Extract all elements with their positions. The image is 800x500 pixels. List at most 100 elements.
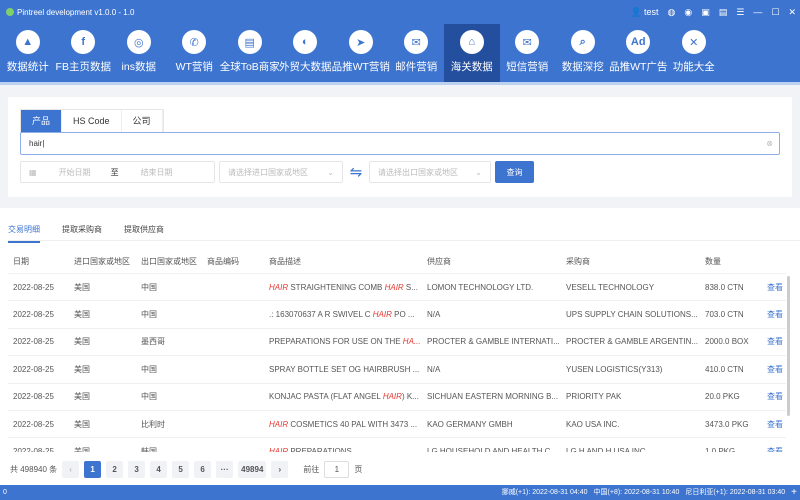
send-icon: ➤ bbox=[348, 30, 373, 54]
table-header: 日期 进口国家或地区 出口国家或地区 商品编码 商品描述 供应商 采购商 数量 bbox=[8, 250, 786, 274]
globe-icon[interactable]: ◍ bbox=[668, 7, 676, 18]
nav-item[interactable]: ⌂ 海关数据 bbox=[444, 24, 500, 82]
goto-page-input[interactable]: 1 bbox=[324, 461, 350, 478]
user-icon[interactable]: 👤 bbox=[631, 7, 642, 18]
cell-qty: 20.0 PKG bbox=[705, 392, 740, 402]
menu-icon[interactable]: ☰ bbox=[736, 7, 744, 18]
clear-icon[interactable]: ⊗ bbox=[766, 133, 773, 154]
username[interactable]: test bbox=[644, 7, 659, 17]
main-nav: ▲ 数据统计 f FB主页数据 ◎ ins数据 ✆ WT营销 ▤ 全球ToB商家 ◐ 外贸大数据 ➤ 品推… bbox=[0, 24, 800, 82]
page-button[interactable]: 1 bbox=[84, 461, 102, 478]
swap-icon[interactable]: ⇋ bbox=[347, 163, 365, 181]
cell-buyer: PROCTER & GAMBLE ARGENTIN... bbox=[566, 337, 699, 347]
nav-item[interactable]: ◎ ins数据 bbox=[111, 24, 167, 82]
nav-item[interactable]: ▲ 数据统计 bbox=[0, 24, 56, 82]
page-button[interactable]: 4 bbox=[150, 461, 168, 478]
close-icon[interactable]: ✕ bbox=[788, 7, 796, 18]
tab-product[interactable]: 产品 bbox=[21, 110, 63, 133]
search-chart-icon: ⌕ bbox=[570, 30, 595, 54]
import-country-select[interactable]: 请选择进口国家或地区 ⌄ bbox=[219, 161, 343, 183]
export-country-select[interactable]: 请选择出口国家或地区 ⌄ bbox=[369, 161, 491, 183]
view-link[interactable]: 查看 bbox=[762, 419, 786, 430]
description-text: PO ... bbox=[391, 310, 415, 320]
page-button[interactable]: 6 bbox=[194, 461, 212, 478]
column-header: 日期 bbox=[13, 257, 29, 266]
cell-supplier: KAO GERMANY GMBH bbox=[427, 419, 513, 429]
table-row: 2022-08-25 美国 比利时 HAIR COSMETICS 40 PAL WIT… bbox=[8, 411, 786, 439]
minimize-icon[interactable]: — bbox=[753, 7, 762, 17]
cell-date: 2022-08-25 bbox=[13, 392, 54, 402]
cell-date: 2022-08-25 bbox=[13, 419, 54, 429]
nav-item[interactable]: f FB主页数据 bbox=[56, 24, 112, 82]
document-icon[interactable]: ▤ bbox=[719, 7, 728, 18]
product-description: .: 163070637 A R SWIVEL C HAIR PO ... bbox=[264, 310, 422, 319]
keyword-highlight: HAIR bbox=[384, 282, 404, 292]
table-row: 2022-08-25 美国 韩国 HAIR PREPARATIONS LG HOUSEH… bbox=[8, 438, 786, 452]
keyword-highlight: HAIR bbox=[269, 419, 289, 429]
nav-item[interactable]: ✉ 短信营销 bbox=[500, 24, 556, 82]
view-link[interactable]: 查看 bbox=[762, 336, 786, 347]
globe-icon: ◐ bbox=[293, 30, 318, 54]
keyword-input[interactable]: hair| ⊗ bbox=[20, 132, 780, 155]
page-button[interactable]: ··· bbox=[216, 461, 234, 478]
nav-item[interactable]: ◐ 外贸大数据 bbox=[278, 24, 334, 82]
tab-hs-code[interactable]: HS Code bbox=[62, 110, 122, 133]
view-link[interactable]: 查看 bbox=[762, 282, 786, 293]
table-row: 2022-08-25 美国 中国 SPRAY BOTTLE SET OG HAIRBR… bbox=[8, 356, 786, 384]
table-scrollbar[interactable] bbox=[787, 276, 790, 416]
keyword-highlight: HAIR bbox=[372, 310, 392, 320]
chevron-down-icon: ⌄ bbox=[475, 167, 482, 177]
page-button[interactable]: 49894 bbox=[238, 461, 267, 478]
next-page-button[interactable]: › bbox=[271, 461, 289, 478]
tab-divider bbox=[8, 240, 800, 241]
cell-imp: 美国 bbox=[74, 364, 90, 374]
date-range-picker[interactable]: ▦ 开始日期 至 结束日期 bbox=[20, 161, 215, 183]
tab-company[interactable]: 公司 bbox=[122, 110, 163, 133]
skype-icon[interactable]: ◉ bbox=[684, 7, 692, 18]
table-row: 2022-08-25 美国 中国 .: 163070637 A R SWIVEL C … bbox=[8, 301, 786, 329]
description-text: ) K... bbox=[401, 392, 419, 402]
cell-qty: 1.0 PKG bbox=[705, 447, 736, 452]
view-link[interactable]: 查看 bbox=[762, 446, 786, 452]
nav-item[interactable]: ⌕ 数据深挖 bbox=[555, 24, 611, 82]
query-button[interactable]: 查询 bbox=[495, 161, 534, 183]
search-panel: 产品 HS Code 公司 hair| ⊗ ▦ 开始日期 至 结束日期 请选择进口… bbox=[8, 97, 792, 197]
description-text: S... bbox=[403, 282, 418, 292]
product-description: HAIR STRAIGHTENING COMB HAIR S... bbox=[264, 283, 422, 292]
cell-exp: 韩国 bbox=[141, 447, 157, 452]
page-button[interactable]: 2 bbox=[106, 461, 124, 478]
nav-item[interactable]: ✆ WT营销 bbox=[167, 24, 223, 82]
goto-label: 前往 bbox=[303, 465, 320, 474]
page-button[interactable]: 5 bbox=[172, 461, 190, 478]
cell-exp: 中国 bbox=[141, 310, 157, 320]
import-country-placeholder: 请选择进口国家或地区 bbox=[228, 167, 308, 177]
nav-item[interactable]: ▤ 全球ToB商家 bbox=[219, 24, 280, 82]
lock-icon[interactable]: ▣ bbox=[701, 7, 710, 18]
maximize-icon[interactable]: ☐ bbox=[771, 7, 779, 18]
start-date[interactable]: 开始日期 bbox=[59, 167, 91, 178]
end-date[interactable]: 结束日期 bbox=[141, 167, 173, 178]
cell-exp: 中国 bbox=[141, 364, 157, 374]
whatsapp-icon: ✆ bbox=[182, 30, 207, 54]
column-header: 出口国家或地区 bbox=[141, 257, 197, 266]
column-header: 进口国家或地区 bbox=[74, 257, 130, 266]
cell-qty: 3473.0 PKG bbox=[705, 419, 749, 429]
nav-label: 全球ToB商家 bbox=[219, 61, 280, 73]
view-link[interactable]: 查看 bbox=[762, 309, 786, 320]
cell-imp: 美国 bbox=[74, 392, 90, 402]
view-link[interactable]: 查看 bbox=[762, 391, 786, 402]
cell-buyer: KAO USA INC. bbox=[566, 419, 620, 429]
cell-supplier: N/A bbox=[427, 310, 441, 320]
nav-item[interactable]: Ad 品推WT广告 bbox=[609, 24, 667, 82]
add-clock-icon[interactable]: + bbox=[791, 487, 797, 498]
sms-icon: ✉ bbox=[515, 30, 540, 54]
prev-page-button[interactable]: ‹ bbox=[62, 461, 80, 478]
nav-item[interactable]: ➤ 品推WT营销 bbox=[332, 24, 390, 82]
status-count: 0 bbox=[3, 489, 7, 496]
cell-supplier: SICHUAN EASTERN MORNING B... bbox=[427, 392, 559, 402]
view-link[interactable]: 查看 bbox=[762, 364, 786, 375]
nav-item[interactable]: ✉ 邮件营销 bbox=[389, 24, 445, 82]
nav-label: 海关数据 bbox=[450, 61, 493, 73]
nav-item[interactable]: ✕ 功能大全 bbox=[666, 24, 722, 82]
page-button[interactable]: 3 bbox=[128, 461, 146, 478]
